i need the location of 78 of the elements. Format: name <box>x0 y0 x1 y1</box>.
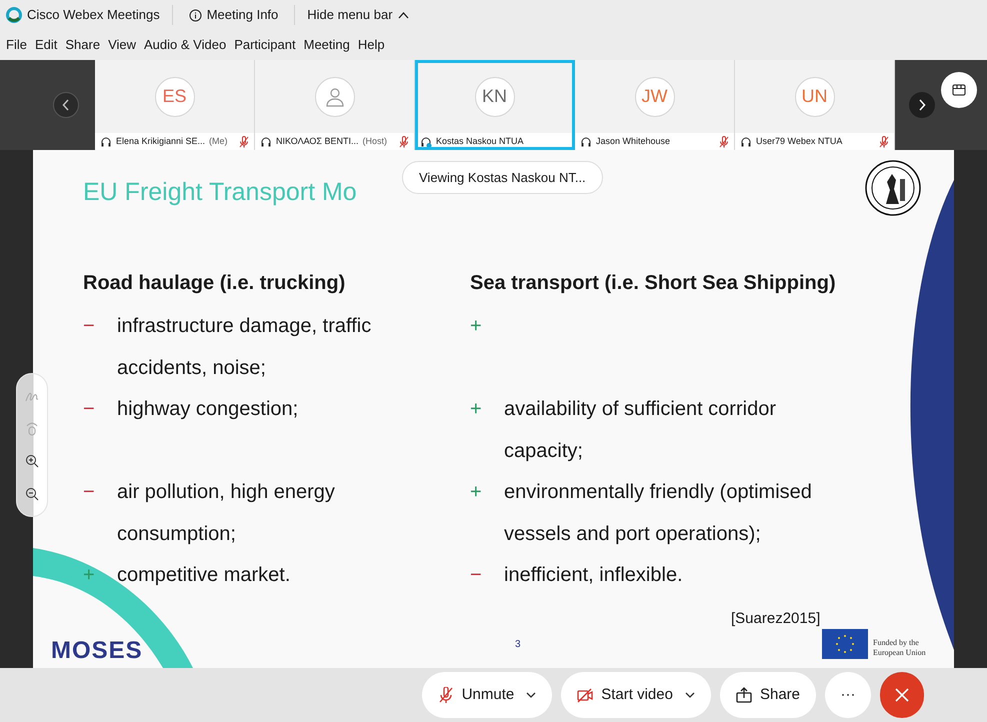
moses-logo: MOSES <box>51 636 143 666</box>
headset-icon <box>260 136 272 148</box>
citation: [Suarez2015] <box>731 609 820 629</box>
avatar: UN <box>794 76 834 116</box>
participant-name: Elena Krikigianni SE... <box>116 134 206 148</box>
meeting-info-button[interactable]: Meeting Info <box>172 5 294 25</box>
info-icon <box>188 8 202 22</box>
app-title: Cisco Webex Meetings <box>27 5 173 25</box>
bullet-text: highway congestion; <box>117 397 298 422</box>
participant-name: Jason Whitehouse <box>596 134 670 148</box>
headset-icon <box>740 136 752 148</box>
close-icon <box>894 687 910 703</box>
participant-tile[interactable]: JW Jason Whitehouse <box>575 60 735 150</box>
avatar: JW <box>634 76 674 116</box>
bullet-text: air pollution, high energy consumption; <box>117 480 336 546</box>
menu-item[interactable]: Share <box>65 35 100 55</box>
bullet-text: competitive market. <box>117 563 290 588</box>
participant-name: ΝΙΚΟΛΑΟΣ ΒΕΝΤΙ... <box>276 134 358 148</box>
bullet-marker: − <box>83 314 96 339</box>
slide-title: EU Freight Transport Mo <box>83 177 357 208</box>
next-button[interactable] <box>909 92 935 118</box>
bullet-marker: − <box>470 563 483 588</box>
menu-item[interactable]: Meeting <box>304 35 350 55</box>
bullet-marker: + <box>83 563 96 588</box>
hide-menu-button[interactable]: Hide menu bar <box>294 5 421 25</box>
menu-item[interactable]: Participant <box>234 35 296 55</box>
bullet-marker: − <box>83 397 96 422</box>
participant-tile[interactable]: ES Elena Krikigianni SE... (Me) <box>95 60 255 150</box>
video-off-icon <box>577 687 594 703</box>
chevron-left-icon <box>62 99 70 111</box>
funding-note: Funded by the European Union <box>873 638 927 658</box>
bullet-text: availability of sufficient corridor capacity; <box>504 397 777 464</box>
person-icon <box>324 86 346 108</box>
participant-role: (Me) <box>209 134 228 148</box>
chevron-right-icon <box>918 99 926 111</box>
participant-tile[interactable]: UN User79 Webex NTUA <box>735 60 895 150</box>
page-number: 3 <box>515 638 521 652</box>
avatar: KN <box>474 76 514 116</box>
mute-button[interactable]: Unmute <box>422 672 552 718</box>
layout-icon <box>952 84 966 96</box>
webex-logo-icon <box>6 7 22 23</box>
chevron-up-icon <box>398 11 409 19</box>
viewing-label: Viewing Kostas Naskou NT... <box>402 161 603 194</box>
bullet-marker: + <box>470 314 483 339</box>
bullet-text: environmentally friendly (optimised vessels and port operations); <box>504 480 813 546</box>
menu-item[interactable]: View <box>108 35 136 55</box>
previous-button[interactable] <box>53 92 79 118</box>
menu-item[interactable]: File <box>6 35 27 55</box>
participant-name: Kostas Naskou NTUA <box>436 134 524 148</box>
end-meeting-button[interactable] <box>880 672 924 718</box>
menu-item[interactable]: Edit <box>34 35 58 55</box>
headset-icon <box>580 136 592 148</box>
share-button[interactable]: Share <box>720 672 816 718</box>
participant-name: User79 Webex NTUA <box>756 134 842 148</box>
menu-item[interactable]: Audio & Video <box>144 35 226 55</box>
column-heading: Road haulage (i.e. trucking) <box>83 271 346 296</box>
eu-flag-icon <box>822 629 868 659</box>
bullet-marker: − <box>83 480 96 505</box>
bullet-text: infrastructure damage, traffic accidents, noise; <box>117 314 372 380</box>
more-button[interactable]: ··· <box>825 672 871 718</box>
participant-role: (Host) <box>362 134 387 148</box>
share-icon <box>736 687 752 703</box>
bullet-marker: + <box>470 480 483 505</box>
headset-speaking-icon <box>420 136 432 148</box>
video-button[interactable]: Start video <box>561 672 711 718</box>
seal-drawing <box>864 159 922 217</box>
participant-tile[interactable]: KN Kostas Naskou NTUA <box>415 60 575 150</box>
muted-mic-icon <box>438 687 454 703</box>
bullet-text: inefficient, inflexible. <box>504 563 683 588</box>
layout-button[interactable] <box>941 72 977 108</box>
menu-item[interactable]: Help <box>358 35 385 55</box>
zoom-in-icon[interactable] <box>25 454 39 468</box>
avatar: ES <box>154 76 194 116</box>
participant-tile[interactable]: ΝΙΚΟΛΑΟΣ ΒΕΝΤΙ... (Host) <box>255 60 415 150</box>
headset-icon <box>100 136 112 148</box>
column-heading: Sea transport (i.e. Short Sea Shipping) <box>470 271 837 296</box>
zoom-out-icon[interactable] <box>25 486 39 501</box>
bullet-marker: + <box>470 397 483 422</box>
